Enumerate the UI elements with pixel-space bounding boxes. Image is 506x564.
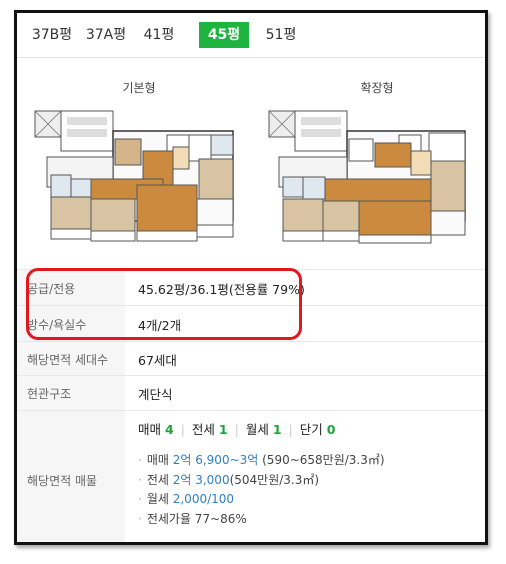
- entrance-label: 현관구조: [17, 376, 125, 411]
- households-value: 67세대: [138, 352, 177, 368]
- extended-floor-plan[interactable]: [259, 107, 479, 257]
- entrance-row: 현관구조 계단식: [17, 375, 485, 411]
- extended-floor-plan-drawing: [259, 107, 479, 257]
- jeonse-count-link[interactable]: 전세 1: [192, 422, 228, 437]
- area-tabs: 37B평 37A평 41평 45평 51평: [17, 13, 485, 58]
- households-row: 해당면적 세대수 67세대: [17, 341, 485, 376]
- basic-floor-plan[interactable]: [27, 107, 247, 257]
- basic-floor-plan-drawing: [27, 107, 247, 257]
- listings-label: 해당면적 매물: [17, 411, 125, 542]
- highlight-annotation: [26, 268, 302, 340]
- sale-deal: · 매매 2억 6,900~3억 (590~658만원/3.3㎡): [138, 453, 385, 467]
- listings-row: 해당면적 매물 매매 4 | 전세 1 | 월세 1 | 단기 0 · 매매 2억 6,900…: [17, 410, 485, 542]
- jeonse-ratio: · 전세가율 77~86%: [138, 511, 247, 526]
- tab-51[interactable]: 51평: [261, 22, 301, 48]
- listing-counts: 매매 4 | 전세 1 | 월세 1 | 단기 0: [138, 422, 336, 437]
- basic-plan-label: 기본형: [122, 81, 156, 95]
- jeonse-deal: · 전세 2억 3,000(504만원/3.3㎡): [138, 472, 320, 487]
- unit-info-panel: 37B평 37A평 41평 45평 51평 기본형 확장형 공급/전용 45.6…: [14, 10, 488, 545]
- households-label: 해당면적 세대수: [17, 342, 125, 376]
- deal-list: · 매매 2억 6,900~3억 (590~658만원/3.3㎡) · 전세 2억 …: [138, 451, 385, 529]
- short-count-link[interactable]: 단기 0: [300, 422, 336, 437]
- floor-plans: 기본형 확장형: [17, 57, 485, 273]
- monthly-deal: · 월세 2,000/100: [138, 492, 235, 506]
- sale-count-link[interactable]: 매매 4: [138, 422, 174, 437]
- tab-41[interactable]: 41평: [139, 22, 179, 48]
- tab-37b[interactable]: 37B평: [29, 22, 75, 48]
- monthly-count-link[interactable]: 월세 1: [246, 422, 282, 437]
- extended-plan-label: 확장형: [360, 81, 394, 95]
- tab-37a[interactable]: 37A평: [83, 22, 129, 48]
- entrance-value: 계단식: [138, 387, 173, 402]
- tab-45[interactable]: 45평: [199, 22, 249, 48]
